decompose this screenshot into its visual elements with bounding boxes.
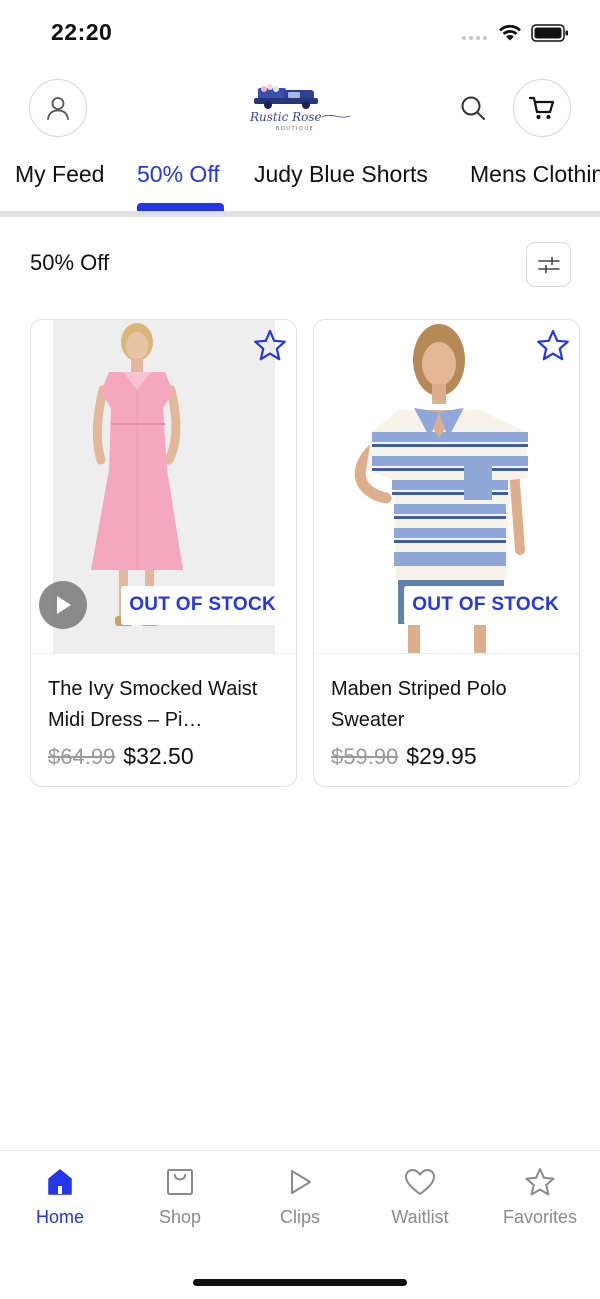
- cellular-signal-icon: [462, 36, 487, 40]
- rustic-rose-boutique-logo: Rustic Rose BOUTIQUE: [249, 84, 351, 132]
- home-icon: [48, 1169, 72, 1195]
- favorite-star-icon[interactable]: [535, 328, 571, 364]
- section-title: 50% Off: [30, 250, 110, 275]
- active-tab-indicator: [137, 203, 224, 211]
- svg-text:BOUTIQUE: BOUTIQUE: [276, 126, 314, 132]
- category-tabs: My Feed 50% Off Judy Blue Shorts Mens Cl…: [0, 152, 600, 216]
- nav-favorites[interactable]: Favorites: [490, 1167, 590, 1228]
- play-icon: [291, 1170, 311, 1194]
- price-row: $64.99 $32.50: [48, 743, 194, 770]
- tabs-divider: [0, 211, 600, 217]
- star-icon: [525, 1168, 555, 1196]
- nav-clips[interactable]: Clips: [250, 1167, 350, 1228]
- tab-50-off[interactable]: 50% Off: [137, 161, 220, 188]
- profile-button[interactable]: [29, 79, 87, 137]
- search-button[interactable]: [455, 90, 491, 126]
- original-price: $64.99: [48, 744, 116, 769]
- product-name[interactable]: Maben Striped Polo Sweater: [331, 674, 561, 736]
- play-video-button[interactable]: [39, 581, 87, 629]
- nav-waitlist[interactable]: Waitlist: [370, 1167, 470, 1228]
- filter-button[interactable]: [526, 242, 571, 287]
- product-image[interactable]: OUT OF STOCK: [31, 320, 296, 654]
- sale-price: $32.50: [123, 743, 194, 769]
- out-of-stock-badge: OUT OF STOCK: [404, 586, 567, 625]
- product-card[interactable]: OUT OF STOCK Maben Striped Polo Sweater …: [313, 319, 580, 787]
- tab-my-feed[interactable]: My Feed: [15, 161, 104, 188]
- nav-label: Clips: [279, 1207, 320, 1227]
- svg-text:Rustic Rose: Rustic Rose: [249, 110, 322, 124]
- wifi-icon: [499, 24, 521, 41]
- tab-mens-clothing[interactable]: Mens Clothing: [470, 161, 600, 188]
- out-of-stock-badge: OUT OF STOCK: [121, 586, 284, 625]
- cart-icon: [528, 96, 555, 119]
- nav-label: Home: [35, 1207, 84, 1227]
- search-icon: [461, 96, 485, 120]
- home-indicator: [193, 1279, 407, 1286]
- sliders-icon: [537, 256, 560, 273]
- nav-label: Shop: [158, 1207, 202, 1227]
- product-image[interactable]: OUT OF STOCK: [314, 320, 579, 654]
- tab-judy-blue-shorts[interactable]: Judy Blue Shorts: [254, 161, 428, 188]
- cart-button[interactable]: [513, 79, 571, 137]
- heart-icon: [405, 1169, 435, 1195]
- shopping-bag-icon: [167, 1169, 193, 1195]
- nav-label: Favorites: [502, 1207, 578, 1227]
- product-card[interactable]: OUT OF STOCK The Ivy Smocked Waist Midi …: [30, 319, 297, 787]
- battery-icon: [531, 24, 568, 42]
- play-icon: [57, 596, 71, 614]
- nav-home[interactable]: Home: [10, 1167, 110, 1228]
- bottom-navigation: Home Shop Clips Waitlist Favorites: [0, 1150, 600, 1299]
- user-icon: [47, 97, 69, 120]
- status-time: 22:20: [51, 19, 113, 45]
- nav-label: Waitlist: [391, 1207, 449, 1227]
- status-bar: 22:20: [0, 0, 600, 64]
- sale-price: $29.95: [406, 743, 477, 769]
- nav-shop[interactable]: Shop: [130, 1167, 230, 1228]
- store-logo[interactable]: Rustic Rose BOUTIQUE: [244, 80, 356, 134]
- price-row: $59.90 $29.95: [331, 743, 477, 770]
- product-name[interactable]: The Ivy Smocked Waist Midi Dress – Pi…: [48, 674, 278, 736]
- card-divider: [31, 653, 296, 654]
- original-price: $59.90: [331, 744, 399, 769]
- favorite-star-icon[interactable]: [252, 328, 288, 364]
- app-header: Rustic Rose BOUTIQUE: [0, 64, 600, 152]
- card-divider: [314, 653, 579, 654]
